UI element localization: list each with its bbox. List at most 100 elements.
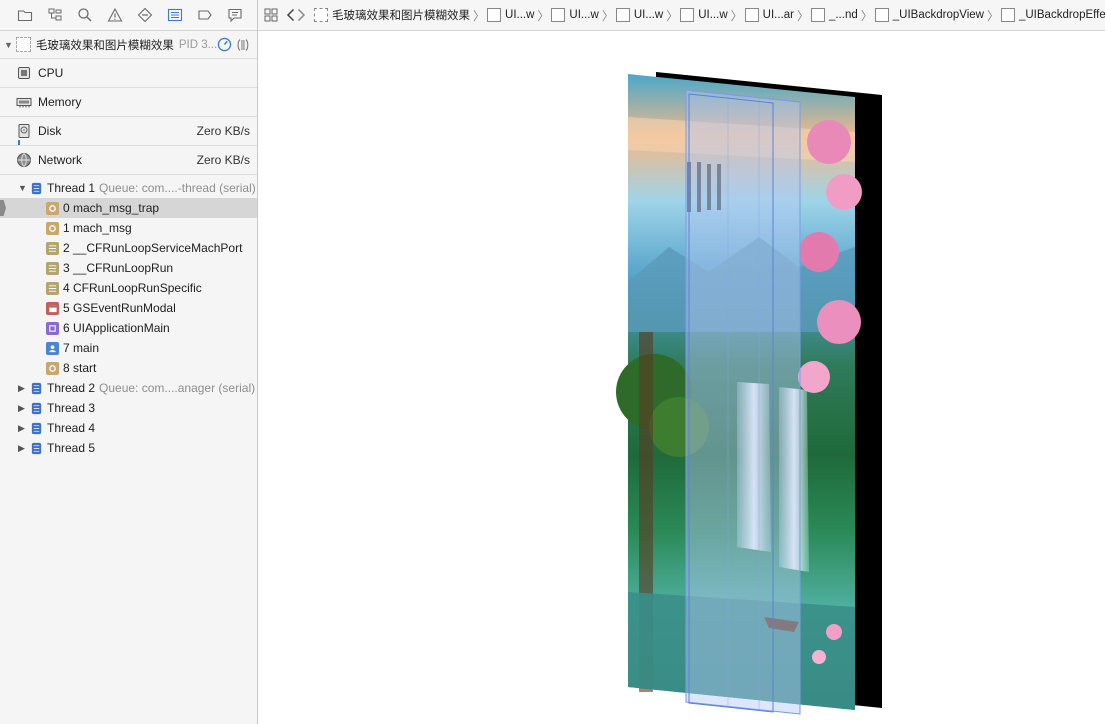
breadcrumb-label: UI...w [505, 9, 535, 21]
disclosure-closed-icon[interactable]: ▶ [18, 403, 30, 414]
chevron-right-icon: 〉 [860, 8, 873, 23]
gauge-label: CPU [38, 66, 64, 80]
breadcrumb: 毛玻璃效果和图片模糊效果〉 UI...w 〉 UI...w 〉 UI...w 〉 UI...w… [314, 7, 1105, 24]
cpu-icon [18, 67, 30, 79]
visual-effect-layer[interactable] [685, 89, 801, 715]
back-button[interactable] [286, 4, 296, 26]
test-navigator-button[interactable] [130, 4, 160, 26]
diamond-minus-icon [137, 7, 153, 23]
frame-label: 7 main [63, 341, 100, 355]
frame-gear-icon [46, 221, 59, 235]
thread-view-toggle-icon[interactable] [235, 38, 251, 52]
thread-label: Thread 3 [47, 401, 96, 415]
gauge-value: Zero KB/s [196, 124, 250, 138]
gauge-value: Zero KB/s [196, 153, 250, 167]
disk-gauge[interactable]: Disk Zero KB/s [0, 117, 257, 146]
network-gauge[interactable]: Network Zero KB/s [0, 146, 257, 175]
disclosure-closed-icon[interactable]: ▶ [18, 443, 30, 454]
find-navigator-button[interactable] [70, 4, 100, 26]
stack-frame-row[interactable]: 4 CFRunLoopRunSpecific [0, 278, 257, 298]
process-pid: PID 3... [178, 38, 218, 51]
breadcrumb-item[interactable]: UI...w 〉 [487, 7, 551, 24]
thread-row[interactable]: ▶ Thread 2 Queue: com....anager (serial) [0, 378, 257, 398]
thread-queue: Queue: com....-thread (serial) [99, 181, 256, 195]
view-icon [615, 8, 630, 22]
breadcrumb-item[interactable]: _UIBackdropEffect [1000, 8, 1105, 22]
view-icon [744, 8, 759, 22]
breadcrumb-item[interactable]: 毛玻璃效果和图片模糊效果〉 [314, 7, 487, 24]
symbol-navigator-button[interactable] [40, 4, 70, 26]
warning-icon [107, 7, 123, 22]
app-icon [314, 8, 328, 22]
thread-queue: Queue: com....anager (serial) [99, 381, 256, 395]
breadcrumb-label: UI...w [698, 9, 728, 21]
related-items-button[interactable] [264, 4, 278, 26]
breadcrumb-item[interactable]: UI...w 〉 [680, 7, 744, 24]
stack-frame-list: 0 mach_msg_trap 1 mach_msg 2 __CFRunLoopSe… [0, 198, 257, 378]
thread-row[interactable]: ▶ Thread 3 [0, 398, 257, 418]
disclosure-closed-icon[interactable]: ▶ [18, 383, 30, 394]
frame-label: 2 __CFRunLoopServiceMachPort [63, 241, 243, 255]
thread-icon [31, 422, 42, 434]
thread-row[interactable]: ▼ Thread 1 Queue: com....-thread (serial… [0, 178, 257, 198]
frame-lines-icon [46, 241, 59, 255]
view-icon [680, 8, 695, 22]
breadcrumb-item[interactable]: _...nd 〉 [810, 7, 875, 24]
chevron-right-icon: 〉 [601, 8, 614, 23]
breadcrumb-item[interactable]: _UIBackdropView 〉 [874, 7, 1001, 24]
thread-icon [31, 182, 42, 194]
thread-row[interactable]: ▶ Thread 4 [0, 418, 257, 438]
forward-button[interactable] [296, 4, 306, 26]
frame-label: 0 mach_msg_trap [63, 201, 160, 215]
disclosure-open-icon[interactable]: ▼ [4, 40, 16, 50]
stack-frame-row[interactable]: 2 __CFRunLoopServiceMachPort [0, 238, 257, 258]
breadcrumb-label: UI...w [569, 9, 599, 21]
gauge-label: Disk [38, 124, 62, 138]
stack-list-icon [167, 8, 183, 22]
app-icon [15, 37, 31, 52]
disclosure-open-icon[interactable]: ▼ [18, 183, 30, 193]
disclosure-closed-icon[interactable]: ▶ [18, 423, 30, 434]
frame-label: 5 GSEventRunModal [63, 301, 176, 315]
stack-frame-row[interactable]: 6 UIApplicationMain [0, 318, 257, 338]
chevron-right-icon: 〉 [537, 8, 550, 23]
gauge-label: Network [38, 153, 83, 167]
memory-gauge[interactable]: Memory [0, 88, 257, 117]
cpu-gauge[interactable]: CPU [0, 59, 257, 88]
view-icon [810, 8, 825, 22]
chevron-left-icon [286, 8, 295, 22]
process-row[interactable]: ▼ 毛玻璃效果和图片模糊效果 PID 3... [0, 31, 257, 59]
breadcrumb-item[interactable]: UI...ar 〉 [744, 7, 811, 24]
breadcrumb-item[interactable]: UI...w 〉 [615, 7, 680, 24]
breadcrumb-item[interactable]: UI...w 〉 [551, 7, 615, 24]
3d-view-layers[interactable] [259, 32, 1105, 724]
thread-label: Thread 2 [47, 381, 96, 395]
stack-frame-row[interactable]: 1 mach_msg [0, 218, 257, 238]
thread-row[interactable]: ▶ Thread 5 [0, 438, 257, 458]
chevron-right-icon: 〉 [730, 8, 743, 23]
stack-frame-row[interactable]: 0 mach_msg_trap [0, 198, 257, 218]
globe-icon [17, 153, 31, 167]
stack-frame-row[interactable]: 8 start [0, 358, 257, 378]
frame-gear-icon [46, 361, 59, 375]
view-hierarchy-canvas[interactable] [259, 32, 1105, 724]
stack-frame-row[interactable]: 3 __CFRunLoopRun [0, 258, 257, 278]
project-navigator-button[interactable] [10, 4, 40, 26]
thread-label: Thread 5 [47, 441, 96, 455]
gauge-icon[interactable] [217, 37, 232, 52]
stack-frame-row[interactable]: 5 GSEventRunModal [0, 298, 257, 318]
frame-label: 6 UIApplicationMain [63, 321, 170, 335]
hierarchy-icon [48, 8, 62, 21]
frame-user-icon [46, 341, 59, 355]
speech-bubble-icon [228, 8, 242, 23]
issue-navigator-button[interactable] [100, 4, 130, 26]
report-navigator-button[interactable] [220, 4, 250, 26]
thread-list: ▶ Thread 2 Queue: com....anager (serial) ▶ T… [0, 378, 257, 458]
frame-window-icon [46, 301, 59, 315]
thread-label: Thread 1 [47, 181, 96, 195]
stack-frame-row[interactable]: 7 main [0, 338, 257, 358]
debug-navigator-button[interactable] [160, 4, 190, 26]
disk-icon [18, 124, 30, 138]
chevron-right-icon: 〉 [666, 8, 679, 23]
breakpoint-navigator-button[interactable] [190, 4, 220, 26]
